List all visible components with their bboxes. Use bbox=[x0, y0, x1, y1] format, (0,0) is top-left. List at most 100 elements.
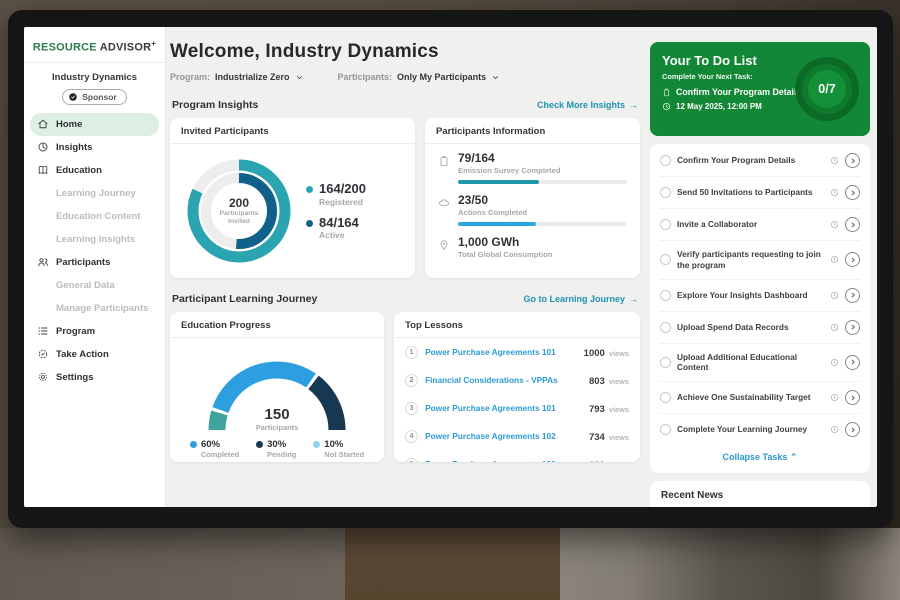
task-open-button[interactable] bbox=[845, 185, 860, 200]
todo-progress-value: 0/7 bbox=[808, 70, 846, 108]
recent-news-card: Recent News bbox=[650, 481, 870, 507]
arrow-right-icon: → bbox=[629, 294, 638, 304]
task-checkbox[interactable] bbox=[660, 219, 671, 230]
task-open-button[interactable] bbox=[845, 320, 860, 335]
actions-icon bbox=[438, 196, 450, 208]
sidebar-item-learning-journey[interactable]: Learning Journey bbox=[24, 182, 165, 205]
sponsor-badge-icon bbox=[68, 92, 78, 102]
task-row[interactable]: Invite a Collaborator bbox=[659, 209, 861, 241]
top-lessons-card: Top Lessons 1 Power Purchase Agreements … bbox=[394, 312, 640, 462]
task-open-button[interactable] bbox=[845, 390, 860, 405]
sidebar-item-learning-insights[interactable]: Learning Insights bbox=[24, 228, 165, 251]
clock-icon bbox=[830, 323, 839, 332]
program-filter[interactable]: Program: Industrialize Zero bbox=[170, 72, 304, 82]
task-open-button[interactable] bbox=[845, 252, 860, 267]
sponsor-badge-label: Sponsor bbox=[82, 92, 116, 102]
task-row[interactable]: Upload Spend Data Records bbox=[659, 312, 861, 344]
go-to-learning-journey-link[interactable]: Go to Learning Journey → bbox=[523, 294, 638, 304]
task-row[interactable]: Achieve One Sustainability Target bbox=[659, 382, 861, 414]
arrow-right-icon: → bbox=[629, 100, 638, 110]
education-gauge-chart: 150 Participants bbox=[189, 344, 365, 434]
legend-dot bbox=[190, 441, 197, 448]
participants-filter[interactable]: Participants: Only My Participants bbox=[338, 72, 501, 82]
lesson-rank: 3 bbox=[405, 402, 418, 415]
lesson-row: 4 Power Purchase Agreements 102 734 view… bbox=[394, 422, 640, 450]
lesson-link[interactable]: Power Purchase Agreements 101 bbox=[425, 403, 582, 413]
clock-icon bbox=[830, 393, 839, 402]
education-legend: 60% Completed 30% Pending 10% Not Starte… bbox=[170, 439, 384, 459]
lesson-link[interactable]: Power Purchase Agreements 103 bbox=[425, 459, 582, 462]
task-list-panel: Confirm Your Program Details Send 50 Inv… bbox=[650, 144, 870, 473]
survey-icon bbox=[438, 154, 450, 166]
task-checkbox[interactable] bbox=[660, 357, 671, 368]
page-title: Welcome, Industry Dynamics bbox=[170, 41, 640, 63]
task-checkbox[interactable] bbox=[660, 322, 671, 333]
lesson-rank: 2 bbox=[405, 374, 418, 387]
task-checkbox[interactable] bbox=[660, 424, 671, 435]
program-insights-title: Program Insights bbox=[172, 99, 258, 111]
clock-icon bbox=[830, 291, 839, 300]
legend-dot bbox=[306, 220, 313, 227]
lesson-rank: 1 bbox=[405, 346, 418, 359]
task-row[interactable]: Confirm Your Program Details bbox=[659, 145, 861, 177]
sidebar-item-settings[interactable]: Settings bbox=[24, 366, 165, 389]
home-icon bbox=[37, 118, 49, 130]
desk-area bbox=[0, 528, 900, 600]
info-stat-row: 1,000 GWh Total Global Consumption bbox=[425, 228, 640, 261]
task-checkbox[interactable] bbox=[660, 392, 671, 403]
take-action-icon bbox=[37, 348, 49, 360]
invited-donut-chart: 200 Participants Invited bbox=[180, 152, 298, 270]
legend-item: 60% Completed bbox=[190, 439, 239, 459]
sponsor-badge[interactable]: Sponsor bbox=[62, 89, 126, 105]
todo-progress-ring: 0/7 bbox=[795, 57, 859, 121]
legend-dot bbox=[313, 441, 320, 448]
check-more-insights-link[interactable]: Check More Insights → bbox=[537, 100, 638, 110]
legend-item: 30% Pending bbox=[256, 439, 296, 459]
task-checkbox[interactable] bbox=[660, 254, 671, 265]
next-task-due: 12 May 2025, 12:00 PM bbox=[676, 102, 762, 111]
task-checkbox[interactable] bbox=[660, 290, 671, 301]
task-open-button[interactable] bbox=[845, 355, 860, 370]
sidebar-item-general-data[interactable]: General Data bbox=[24, 274, 165, 297]
sidebar-item-education[interactable]: Education bbox=[24, 159, 165, 182]
legend-dot bbox=[256, 441, 263, 448]
insights-icon bbox=[37, 141, 49, 153]
task-open-button[interactable] bbox=[845, 153, 860, 168]
sidebar-item-program[interactable]: Program bbox=[24, 320, 165, 343]
sidebar-item-education-content[interactable]: Education Content bbox=[24, 205, 165, 228]
sidebar: RESOURCE ADVISOR+ Industry Dynamics Spon… bbox=[24, 27, 166, 507]
sidebar-item-participants[interactable]: Participants bbox=[24, 251, 165, 274]
lesson-rank: 4 bbox=[405, 430, 418, 443]
task-open-button[interactable] bbox=[845, 288, 860, 303]
participants-information-card: Participants Information 79/164 Emission… bbox=[425, 118, 640, 278]
task-row[interactable]: Verify participants requesting to join t… bbox=[659, 241, 861, 280]
task-checkbox[interactable] bbox=[660, 155, 671, 166]
task-open-button[interactable] bbox=[845, 217, 860, 232]
monitor-frame: RESOURCE ADVISOR+ Industry Dynamics Spon… bbox=[8, 10, 893, 528]
lesson-link[interactable]: Power Purchase Agreements 102 bbox=[425, 431, 582, 441]
filters-row: Program: Industrialize Zero Participants… bbox=[170, 72, 640, 82]
lesson-link[interactable]: Financial Considerations - VPPAs bbox=[425, 375, 582, 385]
task-row[interactable]: Upload Additional Educational Content bbox=[659, 344, 861, 383]
sidebar-item-home[interactable]: Home bbox=[30, 113, 159, 136]
todo-summary-card: Your To Do List Complete Your Next Task:… bbox=[650, 42, 870, 136]
legend-item: 10% Not Started bbox=[313, 439, 364, 459]
sidebar-item-take-action[interactable]: Take Action bbox=[24, 343, 165, 366]
lesson-link[interactable]: Power Purchase Agreements 101 bbox=[425, 347, 577, 357]
sidebar-item-insights[interactable]: Insights bbox=[24, 136, 165, 159]
sidebar-item-manage-participants[interactable]: Manage Participants bbox=[24, 297, 165, 320]
task-row[interactable]: Complete Your Learning Journey bbox=[659, 414, 861, 445]
task-row[interactable]: Send 50 Invitations to Participants bbox=[659, 177, 861, 209]
task-checkbox[interactable] bbox=[660, 187, 671, 198]
task-open-button[interactable] bbox=[845, 422, 860, 437]
clock-icon bbox=[830, 188, 839, 197]
education-icon bbox=[37, 164, 49, 176]
todo-column: Your To Do List Complete Your Next Task:… bbox=[650, 42, 870, 507]
clock-icon bbox=[830, 425, 839, 434]
task-row[interactable]: Explore Your Insights Dashboard bbox=[659, 280, 861, 312]
learning-journey-title: Participant Learning Journey bbox=[172, 293, 317, 305]
chevron-down-icon bbox=[295, 73, 304, 82]
legend-item: 164/200Registered bbox=[306, 182, 366, 207]
collapse-tasks-link[interactable]: Collapse Tasks ⌃ bbox=[659, 445, 861, 471]
app-logo: RESOURCE ADVISOR+ bbox=[24, 27, 165, 63]
